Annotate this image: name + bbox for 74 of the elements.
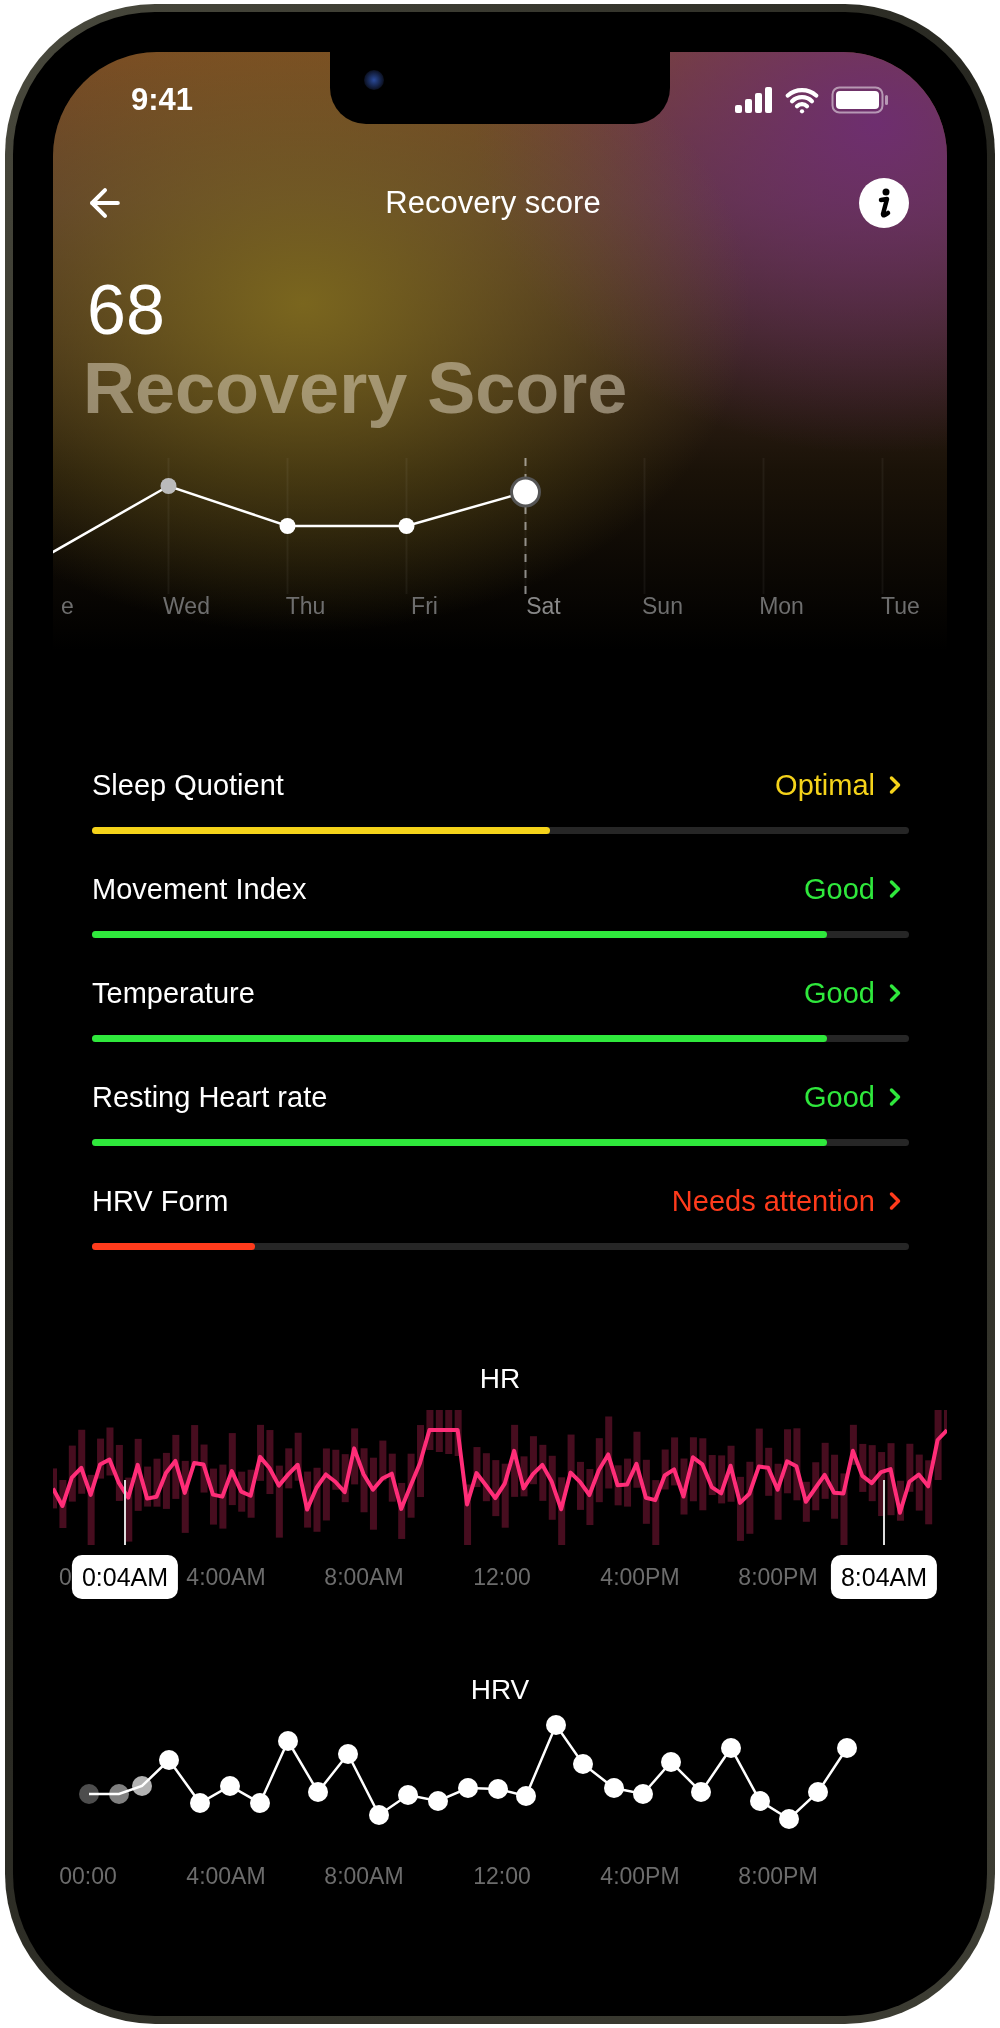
day-label[interactable]: Fri: [365, 591, 484, 621]
metric-status-link[interactable]: Good: [804, 872, 909, 906]
day-label[interactable]: Sat: [484, 591, 603, 621]
score-value: 68: [86, 272, 166, 348]
metric-label: HRV Form: [92, 1184, 229, 1218]
axis-label: 8:00AM: [324, 1563, 404, 1591]
camera-lens: [364, 70, 384, 90]
data-point: [398, 1785, 418, 1805]
data-point: [546, 1715, 566, 1735]
score-label: Recovery Score: [82, 348, 629, 428]
data-point: [808, 1782, 828, 1802]
info-button[interactable]: [859, 178, 909, 228]
axis-label: 4:00AM: [186, 1862, 266, 1890]
time-tooltip: 0:04AM: [71, 1555, 179, 1599]
data-point: [750, 1791, 770, 1811]
data-point: [779, 1809, 799, 1829]
day-label[interactable]: Tue: [841, 591, 947, 621]
time-tooltip: 8:04AM: [830, 1555, 938, 1599]
screen-title: Recovery score: [385, 185, 601, 221]
metric-label: Temperature: [92, 976, 255, 1010]
metric-status-link[interactable]: Needs attention: [671, 1184, 909, 1218]
battery-icon: [831, 86, 889, 114]
day-label[interactable]: Wed: [127, 591, 246, 621]
data-point: [488, 1779, 508, 1799]
metric-label: Movement Index: [92, 872, 307, 906]
data-point: [458, 1778, 478, 1798]
info-icon: [859, 178, 909, 228]
metric-status-link[interactable]: Optimal: [775, 768, 909, 802]
data-point: [369, 1805, 389, 1825]
axis-label: 4:00PM: [600, 1563, 680, 1591]
axis-label: 8:00PM: [738, 1862, 818, 1890]
data-point: [338, 1744, 358, 1764]
day-label[interactable]: e: [53, 591, 127, 621]
day-label[interactable]: Thu: [246, 591, 365, 621]
metric-label: Resting Heart rate: [92, 1080, 328, 1114]
axis-label: 4:00PM: [600, 1862, 680, 1890]
data-point: [633, 1784, 653, 1804]
data-point: [428, 1791, 448, 1811]
axis-label: 12:00: [473, 1862, 531, 1890]
data-point: [721, 1738, 741, 1758]
axis-label: 0: [59, 1563, 72, 1591]
data-point: [220, 1776, 240, 1796]
status-time: 9:41: [131, 82, 194, 118]
data-point: [573, 1754, 593, 1774]
day-label[interactable]: Sun: [603, 591, 722, 621]
metric-status-link[interactable]: Good: [804, 1080, 909, 1114]
data-point: [516, 1786, 536, 1806]
axis-label: 8:00AM: [324, 1862, 404, 1890]
data-point: [837, 1738, 857, 1758]
axis-label: 4:00AM: [186, 1563, 266, 1591]
data-point: [190, 1793, 210, 1813]
metric-status-link[interactable]: Good: [804, 976, 909, 1010]
data-point: [159, 1750, 179, 1770]
chart-title: HR: [478, 1362, 522, 1396]
axis-label: 12:00: [473, 1563, 531, 1591]
data-point: [661, 1752, 681, 1772]
data-point: [132, 1776, 152, 1796]
data-point: [604, 1778, 624, 1798]
data-point: [109, 1784, 129, 1804]
chart-title: HRV: [469, 1673, 531, 1707]
metric-label: Sleep Quotient: [92, 768, 284, 802]
data-point: [308, 1782, 328, 1802]
axis-label: 8:00PM: [738, 1563, 818, 1591]
data-point: [79, 1784, 99, 1804]
data-point: [160, 478, 177, 494]
data-point: [278, 1731, 298, 1751]
axis-label: 00:00: [59, 1862, 117, 1890]
data-point: [398, 518, 415, 534]
day-label[interactable]: Mon: [722, 591, 841, 621]
signal-icon: [735, 87, 773, 113]
data-point: [250, 1793, 270, 1813]
data-point: [279, 518, 296, 534]
data-point: [691, 1782, 711, 1802]
selected-point[interactable]: [510, 476, 541, 508]
